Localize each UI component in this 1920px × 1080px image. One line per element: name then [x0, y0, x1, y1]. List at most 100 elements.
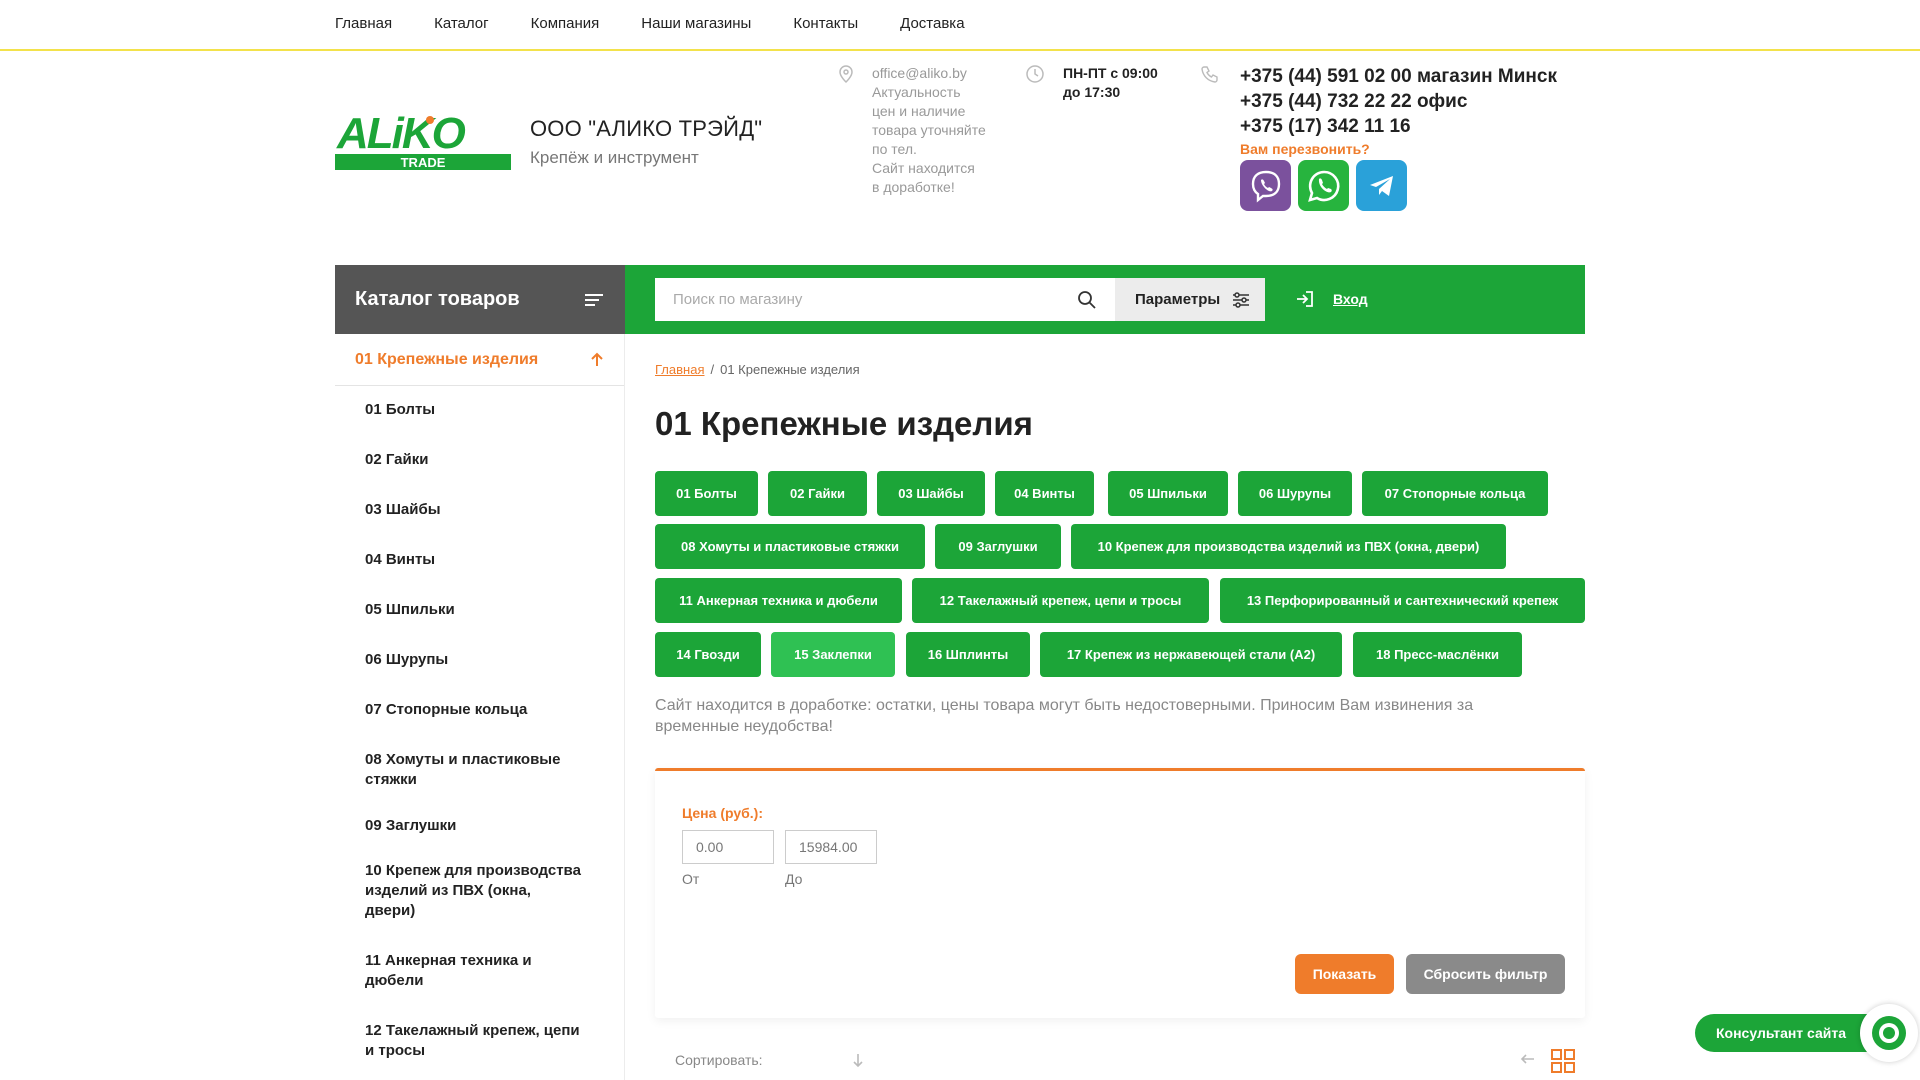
sidebar-item-bolts[interactable]: 01 Болты [365, 400, 585, 420]
price-filter: Цена (руб.): От До Показать Сбросить фил… [655, 768, 1585, 1018]
login-link[interactable]: Вход [1295, 289, 1368, 309]
phone-minsk[interactable]: +375 (44) 591 02 00 магазин Минск [1240, 64, 1557, 89]
nav-company[interactable]: Компания [531, 15, 600, 32]
price-from-label: От [682, 871, 700, 887]
search-input[interactable] [655, 278, 1055, 321]
chip-screws[interactable]: 04 Винты [995, 471, 1094, 516]
sidebar-item-washers[interactable]: 03 Шайбы [365, 500, 585, 520]
parameters-button[interactable]: Параметры [1115, 278, 1265, 321]
company-name: ООО "АЛИКО ТРЭЙД" [530, 116, 763, 141]
chip-rigging[interactable]: 12 Такелажный крепеж, цепи и тросы [912, 578, 1209, 623]
logo-text: ALiKO [336, 110, 466, 158]
email-block: office@aliko.by Актуальность цен и налич… [872, 64, 992, 197]
sidebar-item-screws[interactable]: 04 Винты [365, 550, 585, 570]
sidebar-item-nuts[interactable]: 02 Гайки [365, 450, 585, 470]
search-box [655, 278, 1115, 321]
chip-wood-screws[interactable]: 06 Шурупы [1238, 471, 1352, 516]
callback-link[interactable]: Вам перезвонить? [1240, 141, 1557, 157]
company-info: ООО "АЛИКО ТРЭЙД" Крепёж и инструмент [530, 116, 762, 168]
sidebar-active-category[interactable]: 01 Крепежные изделия [335, 334, 624, 386]
site-logo[interactable]: ALiKO TRADE [335, 109, 511, 170]
top-navigation: Главная Каталог Компания Наши магазины К… [0, 0, 1920, 51]
viber-icon[interactable] [1240, 160, 1291, 211]
email-note-5: Сайт находится [872, 160, 975, 176]
price-to-label: До [785, 871, 803, 887]
menu-icon [585, 293, 603, 306]
phone-landline[interactable]: +375 (17) 342 11 16 [1240, 114, 1557, 139]
reset-filter-button[interactable]: Сбросить фильтр [1406, 954, 1565, 994]
chip-studs[interactable]: 05 Шпильки [1108, 471, 1228, 516]
site-notice: Сайт находится в доработке: остатки, цен… [655, 697, 1474, 735]
phone-icon [1200, 64, 1220, 84]
price-to-input[interactable] [785, 830, 877, 864]
sidebar-item-pvc-fasteners[interactable]: 10 Крепеж для производства изделий из ПВ… [365, 861, 585, 921]
email-note-1: Актуальность [872, 84, 961, 100]
grid-view-icon[interactable] [1550, 1048, 1576, 1074]
chip-retaining-rings[interactable]: 07 Стопорные кольца [1362, 471, 1548, 516]
sidebar-item-studs[interactable]: 05 Шпильки [365, 600, 585, 620]
chip-plugs[interactable]: 09 Заглушки [935, 524, 1061, 569]
clock-icon [1025, 64, 1045, 84]
arrow-up-icon[interactable] [590, 352, 604, 368]
messenger-links [1240, 160, 1407, 211]
chip-washers[interactable]: 03 Шайбы [877, 471, 985, 516]
chip-cotter-pins[interactable]: 16 Шплинты [906, 632, 1030, 677]
sidebar-active-label: 01 Крепежные изделия [355, 350, 539, 368]
telegram-icon[interactable] [1356, 160, 1407, 211]
breadcrumb: Главная / 01 Крепежные изделия [655, 362, 860, 377]
phone-office[interactable]: +375 (44) 732 22 22 офис [1240, 89, 1557, 114]
show-button[interactable]: Показать [1295, 954, 1394, 994]
sidebar-item-rigging[interactable]: 12 Такелажный крепеж, цепи и тросы [365, 1021, 585, 1061]
parameters-label: Параметры [1135, 291, 1221, 308]
catalog-toggle[interactable]: Каталог товаров [335, 265, 625, 334]
breadcrumb-separator: / [710, 362, 715, 377]
sort-label[interactable]: Сортировать: [675, 1052, 763, 1068]
company-tagline: Крепёж и инструмент [530, 148, 699, 167]
category-sidebar: 01 Крепежные изделия 01 Болты 02 Гайки 0… [335, 334, 625, 1080]
email-note-6: в доработке! [872, 179, 955, 195]
sidebar-item-wood-screws[interactable]: 06 Шурупы [365, 650, 585, 670]
nav-stores[interactable]: Наши магазины [641, 15, 751, 32]
phone-block: +375 (44) 591 02 00 магазин Минск +375 (… [1240, 64, 1557, 157]
location-pin-icon [836, 64, 856, 84]
sidebar-item-clamps[interactable]: 08 Хомуты и пластиковые стяжки [365, 750, 585, 790]
price-label: Цена (руб.): [682, 805, 763, 821]
chip-grease-nipples[interactable]: 18 Пресс-маслёнки [1353, 632, 1522, 677]
chip-anchors[interactable]: 11 Анкерная техника и дюбели [655, 578, 902, 623]
sliders-icon [1233, 292, 1249, 308]
sidebar-item-anchors[interactable]: 11 Анкерная техника и дюбели [365, 951, 585, 991]
email-note-4: по тел. [872, 141, 917, 157]
logo-subtext: TRADE [401, 155, 446, 170]
search-bar: Параметры Вход [625, 265, 1585, 334]
sidebar-item-plugs[interactable]: 09 Заглушки [365, 816, 585, 836]
nav-home[interactable]: Главная [335, 15, 392, 32]
nav-contacts[interactable]: Контакты [793, 15, 858, 32]
whatsapp-icon[interactable] [1298, 160, 1349, 211]
breadcrumb-home[interactable]: Главная [655, 362, 704, 377]
chip-clamps[interactable]: 08 Хомуты и пластиковые стяжки [655, 524, 925, 569]
page-title: 01 Крепежные изделия [655, 405, 1033, 442]
nav-delivery[interactable]: Доставка [900, 15, 964, 32]
email-note-3: товара уточняйте [872, 122, 986, 138]
chip-pvc-fasteners[interactable]: 10 Крепеж для производства изделий из ПВ… [1071, 524, 1506, 569]
price-from-input[interactable] [682, 830, 774, 864]
email-link[interactable]: office@aliko.by [872, 64, 992, 83]
chip-nails[interactable]: 14 Гвозди [655, 632, 761, 677]
consultant-widget[interactable]: Консультант сайта [1695, 1004, 1920, 1062]
chip-perforated[interactable]: 13 Перфорированный и сантехнический креп… [1220, 578, 1585, 623]
catalog-title: Каталог товаров [355, 288, 520, 310]
login-icon [1297, 291, 1313, 307]
chip-bolts[interactable]: 01 Болты [655, 471, 758, 516]
breadcrumb-current: 01 Крепежные изделия [720, 362, 860, 377]
working-hours: ПН-ПТ с 09:00 до 17:30 [1063, 64, 1158, 102]
search-icon[interactable] [1077, 290, 1097, 310]
chip-stainless[interactable]: 17 Крепеж из нержавеющей стали (А2) [1040, 632, 1342, 677]
chip-rivets[interactable]: 15 Заклепки [771, 632, 895, 677]
arrow-left-icon[interactable] [1520, 1052, 1536, 1066]
email-note-2: цен и наличие [872, 103, 966, 119]
sort-arrow-down-icon[interactable] [852, 1052, 864, 1068]
chat-icon[interactable] [1860, 1004, 1918, 1062]
nav-catalog[interactable]: Каталог [434, 15, 489, 32]
sidebar-item-retaining-rings[interactable]: 07 Стопорные кольца [365, 700, 585, 720]
chip-nuts[interactable]: 02 Гайки [768, 471, 867, 516]
